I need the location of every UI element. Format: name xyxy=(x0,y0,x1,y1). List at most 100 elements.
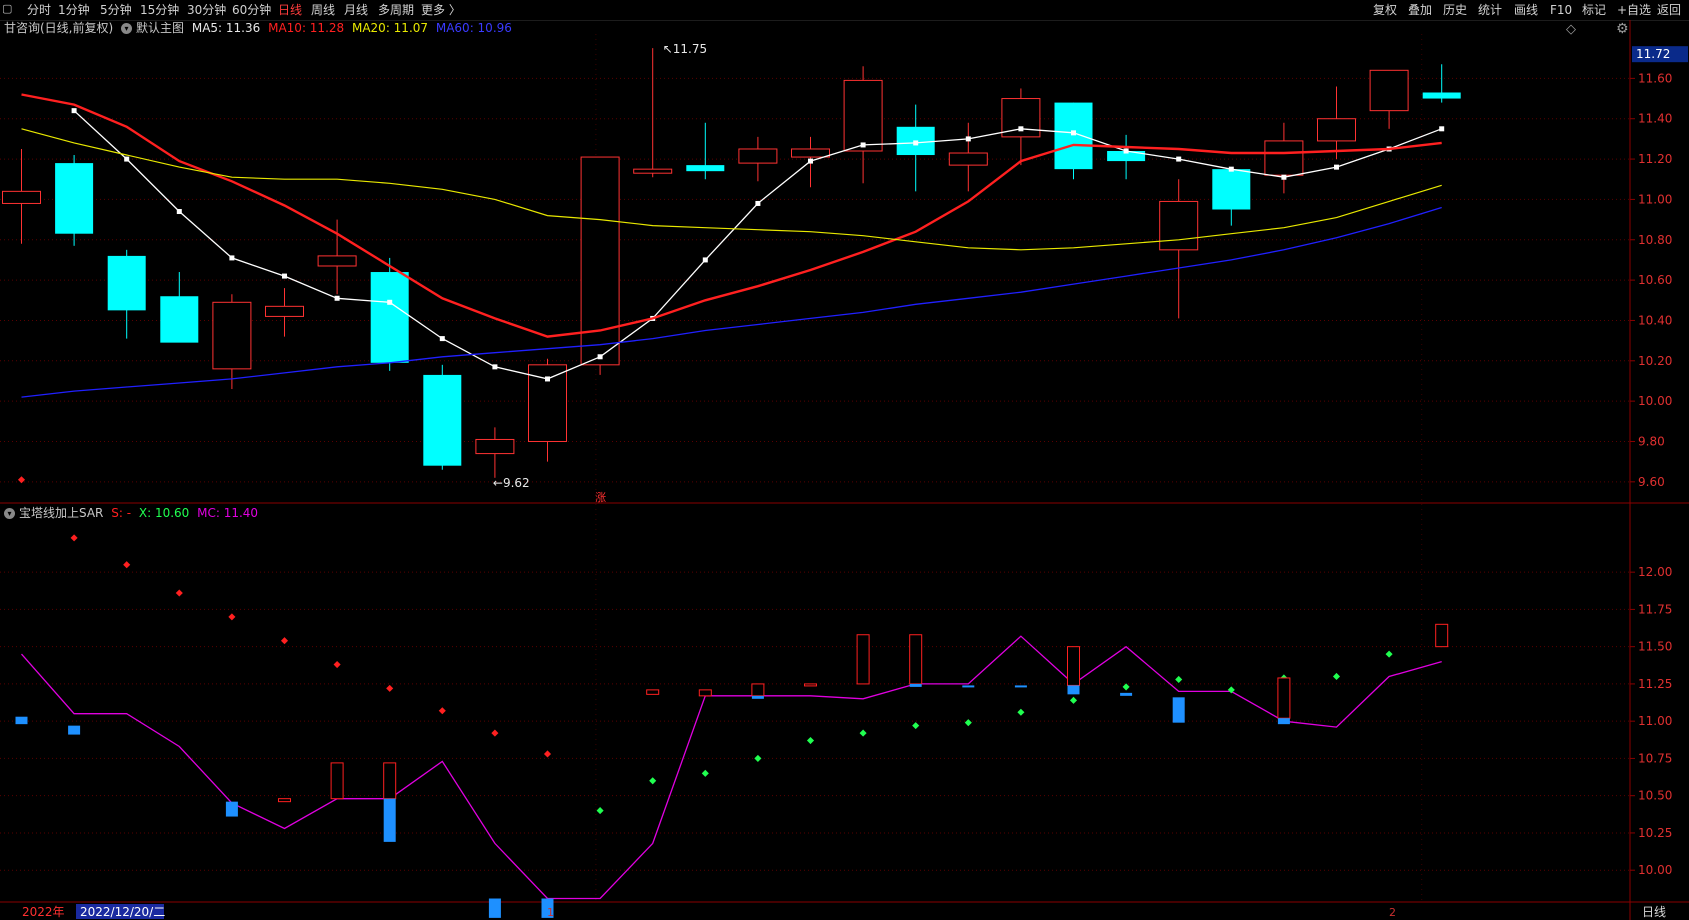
candle xyxy=(580,156,620,375)
candle xyxy=(55,155,94,246)
candle-body xyxy=(843,79,883,152)
price-tick-label: 9.60 xyxy=(1638,475,1665,489)
tower-bar-down xyxy=(909,683,922,687)
sar-dot-red xyxy=(333,661,341,669)
candle xyxy=(896,104,935,192)
candle xyxy=(2,148,41,244)
ma5-point xyxy=(545,376,550,382)
candle xyxy=(1212,169,1251,226)
tower-bar-down xyxy=(962,685,975,688)
price-tick-label: 10.60 xyxy=(1638,273,1672,287)
candle xyxy=(1054,102,1093,180)
candle xyxy=(738,136,778,182)
ma5-point xyxy=(229,255,235,261)
candle xyxy=(633,48,673,178)
indicator-tick-label: 11.25 xyxy=(1638,677,1672,691)
ma5-point xyxy=(1439,126,1445,132)
ma5-point xyxy=(124,156,130,162)
candle-body xyxy=(791,148,830,158)
current-price-label: 11.72 xyxy=(1636,47,1670,61)
candle-body xyxy=(1369,69,1409,112)
ma5-point xyxy=(492,364,498,370)
limit-up-flag: 涨 xyxy=(595,491,606,504)
candle-body xyxy=(2,190,41,204)
sar-dot-red xyxy=(491,729,499,737)
tower-bar-up xyxy=(1277,677,1291,719)
candle xyxy=(212,294,252,390)
tower-bar-down xyxy=(1120,692,1133,696)
sar-dot-green xyxy=(649,777,657,785)
price-tick-label: 10.80 xyxy=(1638,233,1672,247)
candle-body xyxy=(1422,92,1461,99)
price-tick-label: 11.40 xyxy=(1638,112,1672,126)
month-label: 1 xyxy=(547,906,554,919)
candle-body xyxy=(1054,102,1093,170)
cursor-date-label: 2022/12/20/二 xyxy=(80,905,165,919)
ma5-point xyxy=(387,299,393,305)
candle-body xyxy=(686,165,725,172)
tower-bar-up xyxy=(804,683,817,687)
candle xyxy=(317,219,357,295)
candle-body xyxy=(580,156,620,366)
tower-bar-up xyxy=(751,683,765,697)
tower-bar-down xyxy=(68,725,81,735)
tower-bar-up xyxy=(330,762,344,800)
month-label: 2 xyxy=(1389,906,1396,919)
candle-body xyxy=(212,301,252,370)
candle xyxy=(160,272,199,343)
tower-bar-down xyxy=(1014,685,1027,688)
candle xyxy=(686,122,725,180)
sar-dot-red xyxy=(386,684,394,692)
kline-chart[interactable]: 11.60 11.40 11.20 11.00 10.80 10.60 10.40 10.20… xyxy=(0,0,1689,920)
indicator-tick-label: 11.00 xyxy=(1638,714,1672,728)
candle xyxy=(1107,134,1146,180)
sar-dot-green xyxy=(1175,675,1183,683)
indicator-tick-label: 12.00 xyxy=(1638,565,1672,579)
sar-dot-red xyxy=(438,707,446,715)
candle xyxy=(1369,69,1409,129)
sar-dot-red xyxy=(123,561,131,569)
candle-body xyxy=(738,148,778,164)
ma5-point xyxy=(1334,164,1339,170)
sar-dot-green xyxy=(754,754,762,762)
indicator-tick-label: 10.75 xyxy=(1638,751,1672,765)
indicator-tick-label: 11.75 xyxy=(1638,602,1672,616)
candle-body xyxy=(160,296,199,343)
indicator-tick-label: 10.25 xyxy=(1638,826,1672,840)
candle xyxy=(265,288,304,337)
tower-bar-down xyxy=(1172,697,1185,723)
tower-bar-up xyxy=(1067,646,1080,686)
low-annotation: ←9.62 xyxy=(493,476,530,490)
sar-dot-red xyxy=(280,637,289,645)
sar-dot-green xyxy=(1332,672,1341,681)
candle xyxy=(1422,64,1461,103)
ma5-point xyxy=(282,273,287,279)
price-tick-label: 10.00 xyxy=(1638,394,1672,408)
sar-dot-green xyxy=(1017,708,1025,716)
candle-body xyxy=(475,438,515,455)
candle xyxy=(843,66,883,184)
candle-body xyxy=(1264,140,1304,176)
candle xyxy=(1317,86,1356,160)
price-tick-label: 10.40 xyxy=(1638,313,1672,327)
ma10-line xyxy=(21,93,1442,338)
tower-bar-up xyxy=(1435,623,1449,648)
ma5-point xyxy=(597,354,603,360)
ma5-point xyxy=(860,142,866,148)
ma5-point xyxy=(439,336,445,342)
ma5-point xyxy=(1071,130,1076,136)
sar-dot-green xyxy=(859,729,867,737)
ma5-point xyxy=(1228,166,1234,172)
sar-dot-red xyxy=(175,589,183,597)
candle-body xyxy=(948,152,988,166)
tower-bar-up xyxy=(383,762,397,800)
high-annotation: ↖11.75 xyxy=(663,42,707,56)
ma5-point xyxy=(1281,174,1287,180)
ma5-point xyxy=(71,108,77,114)
tower-bar-down xyxy=(225,801,238,817)
candle-body xyxy=(1212,169,1251,210)
ma5-point xyxy=(176,209,182,215)
candle-body xyxy=(1317,118,1356,142)
sar-dot-green xyxy=(1122,683,1130,691)
candle xyxy=(423,364,462,470)
